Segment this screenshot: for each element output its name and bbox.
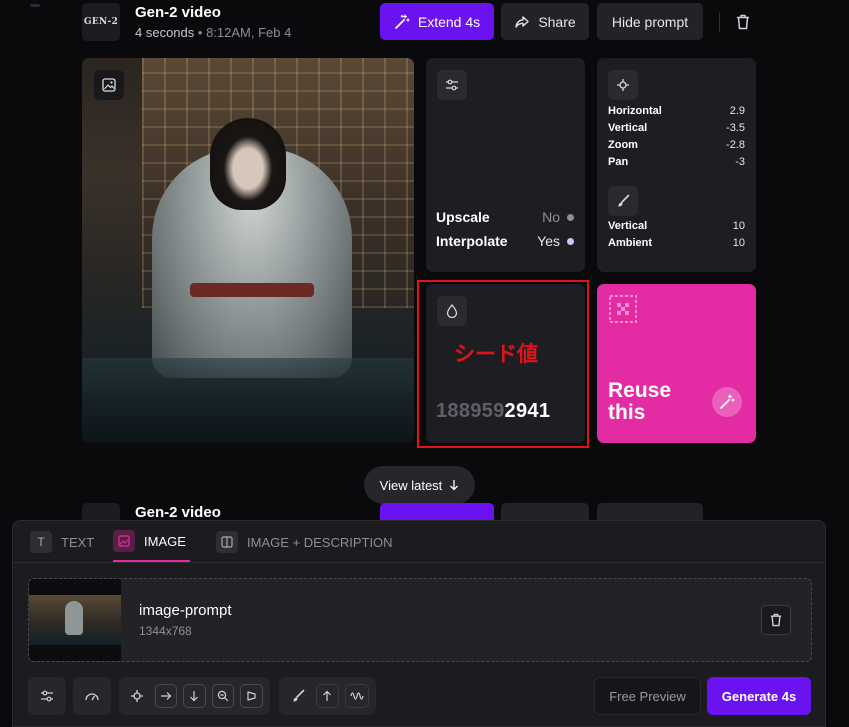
magic-wand-icon: [394, 13, 410, 29]
camera-values: Horizontal 2.9 Vertical -3.5 Zoom -2.8 Pan -…: [608, 103, 745, 171]
view-latest-button[interactable]: View latest: [364, 466, 475, 504]
second-extend-button[interactable]: [380, 503, 494, 521]
image-prompt-asset: image-prompt 1344x768: [28, 578, 812, 662]
camera-chip: [608, 70, 638, 100]
brush-icon: [618, 194, 630, 207]
sliders-icon: [41, 690, 53, 702]
settings-chip: [437, 70, 467, 100]
asset-thumbnail: [29, 579, 121, 661]
tab-divider: [13, 562, 825, 563]
tab-text[interactable]: T TEXT: [30, 522, 94, 562]
reuse-settings-card[interactable]: Reuse this: [597, 284, 756, 443]
droplet-icon: [446, 304, 458, 318]
asset-name: image-prompt: [139, 602, 232, 619]
interpolate-value: Yes: [537, 233, 560, 249]
motion-brush-chip: [608, 186, 638, 216]
upscale-indicator: [567, 213, 574, 221]
hide-prompt-button[interactable]: Hide prompt: [597, 3, 703, 40]
extend-button[interactable]: Extend 4s: [380, 3, 494, 40]
wave-icon: [350, 692, 364, 700]
video-timestamp: 8:12AM, Feb 4: [206, 25, 292, 40]
magic-wand-icon: [720, 394, 735, 409]
video-thumbnail-logo: GEN-2: [82, 3, 120, 41]
image-source-button[interactable]: [94, 70, 124, 100]
motion-values: Vertical 10 Ambient 10: [608, 218, 745, 252]
image-icon: [113, 530, 135, 552]
second-share-button[interactable]: [501, 503, 589, 521]
video-duration: 4 seconds: [135, 25, 195, 40]
zoom-out-icon: [217, 690, 229, 702]
split-layout-icon: [216, 531, 238, 553]
arrow-right-icon: [160, 692, 172, 700]
settings-panel: Upscale No Interpolate Yes: [426, 58, 585, 272]
seed-chip: [437, 296, 467, 326]
top-scroll-indicator: [30, 4, 40, 7]
vertical-move-button[interactable]: [183, 684, 206, 708]
second-video-thumbnail: [82, 503, 120, 521]
motion-row: Vertical 10: [608, 220, 745, 232]
remove-asset-button[interactable]: [761, 605, 791, 635]
horizontal-move-button[interactable]: [154, 684, 178, 708]
generated-video-frame[interactable]: [82, 58, 414, 443]
water-surface: [82, 358, 414, 443]
upscale-value: No: [542, 209, 560, 225]
motion-brush-tool-group: [279, 677, 376, 715]
tab-image-description[interactable]: IMAGE + DESCRIPTION: [216, 522, 393, 562]
settings-tool-button[interactable]: [28, 677, 66, 715]
pan-button[interactable]: [240, 684, 263, 708]
arrow-down-icon: [450, 480, 459, 491]
video-meta: 4 seconds • 8:12AM, Feb 4: [135, 25, 292, 40]
reuse-wand-button[interactable]: [712, 387, 742, 417]
camera-row: Vertical -3.5: [608, 122, 745, 134]
pan-icon: [247, 691, 256, 701]
upscale-row: Upscale No: [436, 209, 574, 225]
seed-panel[interactable]: シード値 1889592941: [426, 284, 585, 443]
trash-icon: [737, 14, 749, 29]
figure-obi: [190, 283, 314, 297]
camera-row: Horizontal 2.9: [608, 105, 745, 117]
brush-vertical-button[interactable]: [315, 684, 340, 708]
seed-annotation: シード値: [454, 343, 538, 366]
camera-tool-group: [119, 677, 270, 715]
second-video-title: Gen-2 video: [135, 504, 221, 521]
camera-move-icon: [131, 690, 144, 702]
tab-image[interactable]: IMAGE: [113, 522, 190, 562]
second-hide-prompt-button[interactable]: [597, 503, 703, 521]
trash-icon: [770, 613, 782, 627]
motion-row: Ambient 10: [608, 237, 745, 249]
prompt-panel: T TEXT IMAGE IMAGE + DESCRIPTION image-p…: [12, 520, 826, 727]
asset-size: 1344x768: [139, 624, 192, 638]
reuse-pattern-icon: [609, 295, 637, 323]
interpolate-indicator: [567, 237, 574, 245]
generate-button[interactable]: Generate 4s: [707, 677, 811, 715]
arrow-down-icon: [190, 691, 199, 702]
motion-brush-button[interactable]: [286, 684, 310, 708]
sliders-icon: [446, 79, 458, 91]
figure-head: [210, 118, 286, 210]
arrow-up-icon: [323, 690, 332, 701]
camera-control-button[interactable]: [126, 684, 149, 708]
camera-row: Zoom -2.8: [608, 139, 745, 151]
camera-move-icon: [617, 79, 629, 91]
camera-row: Pan -3: [608, 156, 745, 168]
video-title: Gen-2 video: [135, 4, 221, 21]
interpolate-row: Interpolate Yes: [436, 233, 574, 249]
camera-motion-panel: Horizontal 2.9 Vertical -3.5 Zoom -2.8 Pan -…: [597, 58, 756, 272]
gauge-icon: [85, 693, 99, 701]
brush-ambient-button[interactable]: [345, 684, 369, 708]
text-type-icon: T: [30, 531, 52, 553]
free-preview-button[interactable]: Free Preview: [594, 677, 701, 715]
speed-tool-button[interactable]: [73, 677, 111, 715]
share-button[interactable]: Share: [501, 3, 589, 40]
header-divider: [719, 12, 720, 32]
seed-value: 1889592941: [436, 400, 551, 422]
share-arrow-icon: [515, 15, 530, 28]
zoom-button[interactable]: [211, 684, 235, 708]
brush-icon: [293, 689, 305, 702]
reuse-label: Reuse this: [608, 379, 672, 424]
image-icon: [102, 78, 116, 92]
delete-video-button[interactable]: [731, 3, 755, 40]
